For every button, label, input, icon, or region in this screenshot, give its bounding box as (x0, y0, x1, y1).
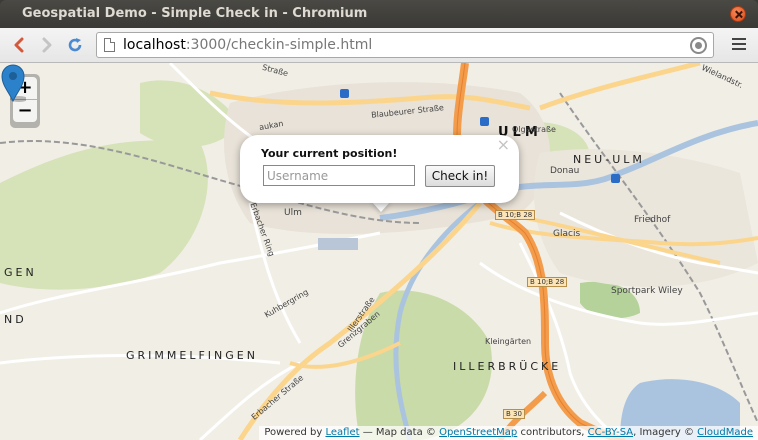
road-shield-b10-b28: B 10;B 28 (527, 277, 568, 287)
menu-icon-bar (732, 48, 746, 50)
osm-link[interactable]: OpenStreetMap (439, 427, 517, 438)
label-olgastrasse: Olgastraße (512, 125, 556, 134)
label-ulm-small: Ulm (284, 208, 302, 218)
menu-icon-bar (732, 43, 746, 45)
leaflet-link[interactable]: Leaflet (325, 427, 359, 438)
attribution-powered: Powered by (264, 427, 323, 438)
forward-button[interactable] (36, 34, 58, 56)
window-titlebar: Geospatial Demo - Simple Check in - Chro… (0, 0, 758, 28)
label-kleingarten: Kleingärten (485, 337, 532, 346)
bus-stop-icon (611, 174, 620, 183)
map-container[interactable]: ULM NEU-ULM GRIMMELFINGEN ILLERBRÜCKE GE… (0, 63, 758, 440)
map-tiles[interactable] (0, 63, 758, 440)
window-title: Geospatial Demo - Simple Check in - Chro… (22, 6, 368, 21)
attribution-contributors: contributors, (520, 427, 585, 438)
check-in-button[interactable]: Check in! (425, 165, 495, 187)
cloudmade-link[interactable]: CloudMade (697, 427, 753, 438)
forward-arrow-icon (42, 37, 52, 53)
reload-icon (68, 38, 82, 52)
bus-stop-icon (340, 89, 349, 98)
username-input[interactable] (263, 165, 415, 186)
url-host: localhost (123, 37, 186, 53)
map-marker-icon[interactable] (0, 63, 26, 103)
menu-button[interactable] (732, 38, 746, 52)
attribution-map-data: — Map data © (362, 427, 436, 438)
bus-stop-icon (480, 117, 489, 126)
ccbysa-link[interactable]: CC-BY-SA (588, 427, 633, 438)
address-bar[interactable]: localhost:3000/checkin-simple.html (96, 32, 714, 58)
label-illerbrucke: ILLERBRÜCKE (453, 360, 562, 373)
road-shield-b10-b28: B 10;B 28 (495, 210, 536, 220)
location-icon[interactable] (690, 37, 707, 54)
label-sportpark: Sportpark Wiley (611, 286, 683, 296)
url-text[interactable]: localhost:3000/checkin-simple.html (123, 37, 372, 53)
window-close-button[interactable] (730, 6, 746, 22)
page-icon (104, 38, 115, 52)
back-arrow-icon (14, 37, 24, 53)
label-glacis: Glacis (553, 229, 581, 239)
browser-toolbar: localhost:3000/checkin-simple.html (0, 28, 758, 63)
attribution-imagery: , Imagery © (633, 427, 694, 438)
popup-close-button[interactable]: × (497, 135, 510, 154)
label-nd: ND (4, 313, 27, 326)
label-grimmelfingen: GRIMMELFINGEN (126, 349, 258, 362)
road-primary (539, 63, 701, 111)
label-friedhof: Friedhof (634, 215, 671, 225)
label-neu-ulm: NEU-ULM (573, 153, 645, 166)
menu-icon-bar (732, 38, 746, 40)
label-gen: GEN (4, 266, 37, 279)
reload-button[interactable] (64, 34, 86, 56)
popup-title: Your current position! (261, 147, 398, 160)
building (318, 238, 358, 250)
url-path: :3000/checkin-simple.html (185, 37, 373, 53)
zoom-out-button[interactable]: − (13, 100, 37, 122)
label-donau: Donau (550, 166, 580, 176)
back-button[interactable] (8, 34, 30, 56)
checkin-popup: × Your current position! Check in! (240, 135, 519, 203)
map-attribution: Powered by Leaflet — Map data © OpenStre… (259, 426, 758, 440)
road-shield-b30: B 30 (503, 409, 525, 419)
